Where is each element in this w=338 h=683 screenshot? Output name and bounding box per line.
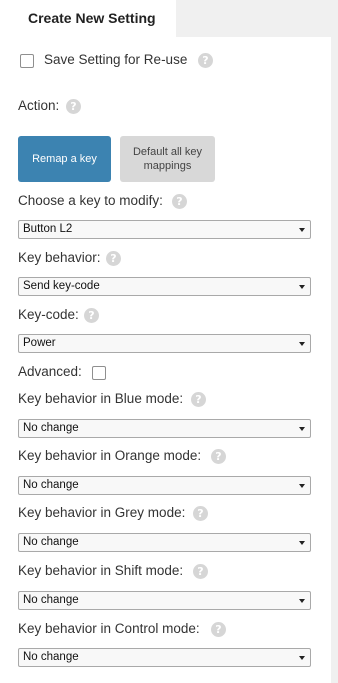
save-setting-checkbox[interactable] — [20, 54, 34, 68]
settings-form — [0, 37, 331, 683]
remap-key-button-label: Remap a key — [32, 153, 97, 165]
chevron-down-icon — [299, 342, 305, 346]
grey-mode-label: Key behavior in Grey mode: — [18, 505, 186, 520]
shift-mode-select-value: No change — [23, 594, 79, 606]
question-circle-icon[interactable]: ? — [193, 506, 208, 521]
remap-key-button[interactable]: Remap a key — [18, 136, 111, 182]
choose-key-select[interactable]: Button L2 — [18, 220, 311, 239]
question-circle-icon[interactable]: ? — [193, 564, 208, 579]
advanced-label: Advanced: — [18, 364, 82, 379]
advanced-checkbox[interactable] — [92, 366, 106, 380]
choose-key-label: Choose a key to modify: — [18, 193, 163, 208]
blue-mode-select-value: No change — [23, 422, 79, 434]
key-code-select[interactable]: Power — [18, 334, 311, 353]
action-label: Action: — [18, 98, 60, 113]
chevron-down-icon — [299, 656, 305, 660]
tab-create-new-setting[interactable]: Create New Setting — [0, 0, 176, 37]
key-behavior-select-value: Send key-code — [23, 280, 100, 292]
question-circle-icon[interactable]: ? — [191, 392, 206, 407]
key-code-select-value: Power — [23, 337, 56, 349]
grey-mode-select-value: No change — [23, 536, 79, 548]
default-all-mappings-button-label: Default all key mappings — [132, 146, 203, 172]
question-circle-icon[interactable]: ? — [172, 194, 187, 209]
settings-panel: Create New Setting Save Setting for Re-u… — [0, 0, 338, 683]
chevron-down-icon — [299, 427, 305, 431]
control-mode-select[interactable]: No change — [18, 648, 311, 667]
control-mode-select-value: No change — [23, 651, 79, 663]
key-behavior-select[interactable]: Send key-code — [18, 277, 311, 296]
shift-mode-label: Key behavior in Shift mode: — [18, 563, 184, 578]
orange-mode-select-value: No change — [23, 479, 79, 491]
chevron-down-icon — [299, 228, 305, 232]
scrollbar-track[interactable] — [331, 37, 338, 683]
chevron-down-icon — [299, 484, 305, 488]
question-circle-icon[interactable]: ? — [198, 53, 213, 68]
orange-mode-select[interactable]: No change — [18, 476, 311, 495]
tab-strip: Create New Setting — [0, 0, 338, 37]
blue-mode-select[interactable]: No change — [18, 419, 311, 438]
question-circle-icon[interactable]: ? — [106, 251, 121, 266]
chevron-down-icon — [299, 285, 305, 289]
grey-mode-select[interactable]: No change — [18, 533, 311, 552]
chevron-down-icon — [299, 599, 305, 603]
question-circle-icon[interactable]: ? — [211, 622, 226, 637]
question-circle-icon[interactable]: ? — [66, 99, 81, 114]
key-code-label: Key-code: — [18, 307, 79, 322]
orange-mode-label: Key behavior in Orange mode: — [18, 448, 202, 463]
save-setting-label: Save Setting for Re-use — [44, 52, 188, 67]
question-circle-icon[interactable]: ? — [211, 449, 226, 464]
key-behavior-label: Key behavior: — [18, 250, 101, 265]
question-circle-icon[interactable]: ? — [84, 308, 99, 323]
default-all-mappings-button[interactable]: Default all key mappings — [120, 136, 215, 182]
choose-key-select-value: Button L2 — [23, 223, 73, 235]
blue-mode-label: Key behavior in Blue mode: — [18, 391, 184, 406]
control-mode-label: Key behavior in Control mode: — [18, 621, 200, 636]
chevron-down-icon — [299, 541, 305, 545]
shift-mode-select[interactable]: No change — [18, 591, 311, 610]
